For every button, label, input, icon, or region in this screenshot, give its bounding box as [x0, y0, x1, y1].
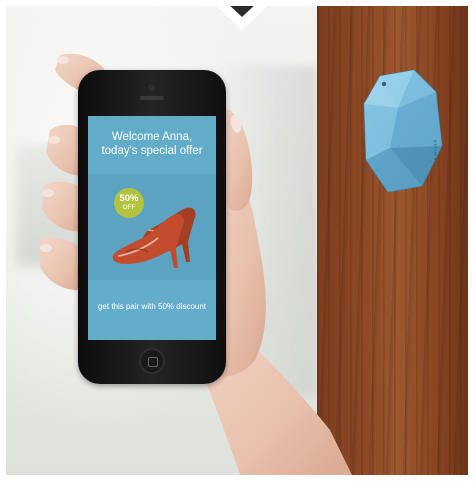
phone-screen: Welcome Anna, today's special offer 50% … [88, 116, 216, 340]
badge-percent: 50% [119, 193, 139, 204]
welcome-line-2: today's special offer [101, 145, 203, 157]
earpiece-speaker [140, 96, 164, 100]
front-camera [148, 84, 155, 91]
discount-badge: 50% OFF [114, 188, 144, 218]
hand-holding-phone [40, 53, 352, 475]
welcome-message: Welcome Anna, today's special offer [88, 130, 216, 158]
smartphone: Welcome Anna, today's special offer 50% … [78, 70, 226, 384]
welcome-line-1: Welcome Anna, [111, 131, 193, 143]
badge-off: OFF [122, 204, 136, 211]
discount-call-to-action[interactable]: get this pair with 50% discount [88, 302, 216, 311]
home-button-icon[interactable] [139, 348, 165, 374]
chevron-inner-shape [224, 0, 260, 17]
photo-scene: e s t i m o t e Welcome Anna, today's sp… [0, 0, 474, 481]
